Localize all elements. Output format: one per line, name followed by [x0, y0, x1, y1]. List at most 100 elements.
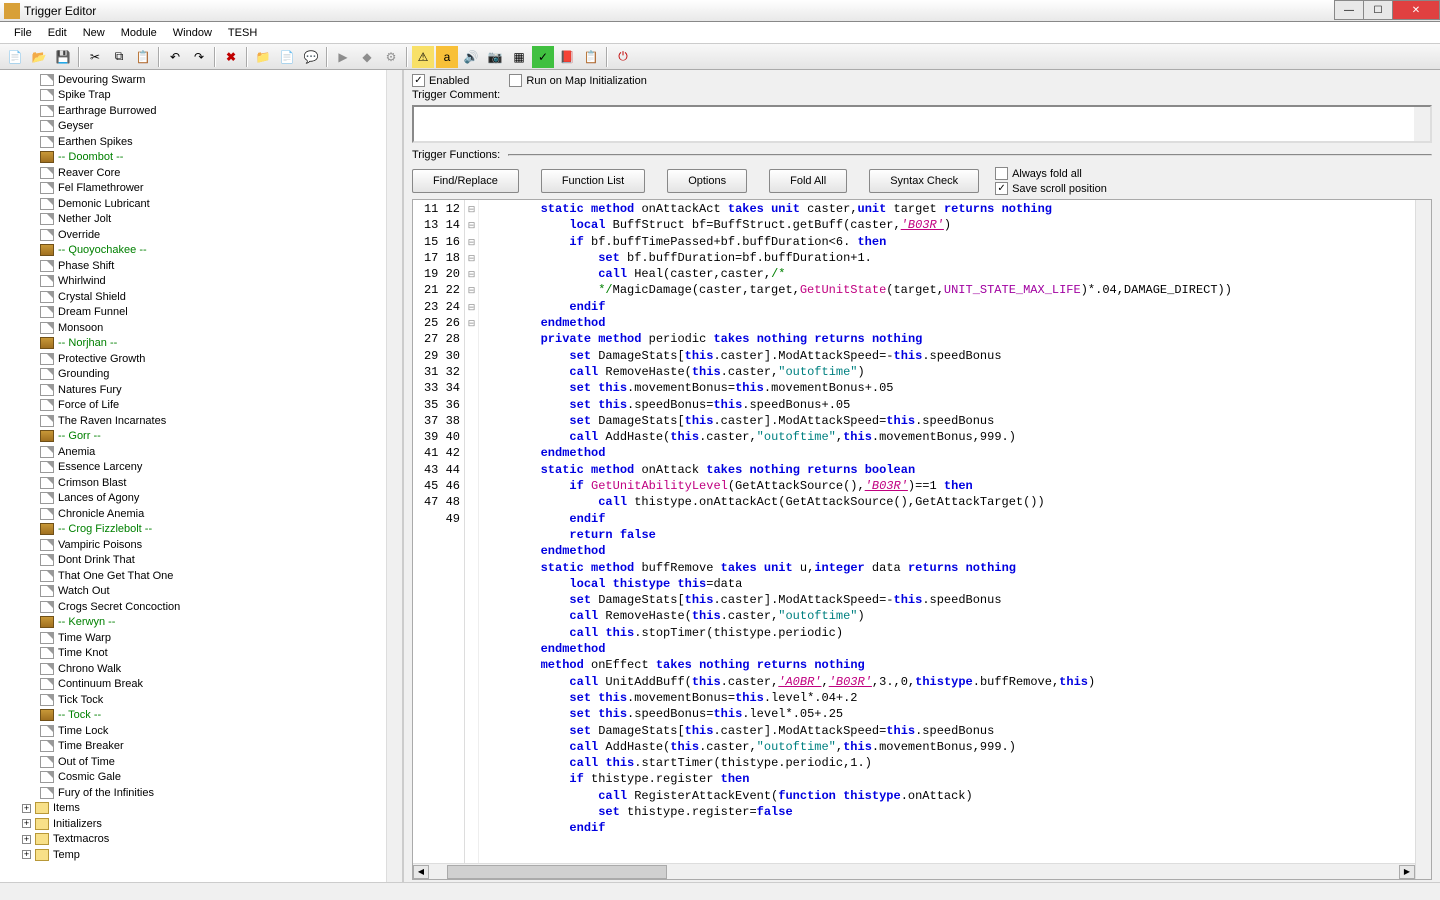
paste-icon[interactable]: 📋: [132, 46, 154, 68]
syntax-check-button[interactable]: Syntax Check: [869, 169, 979, 193]
tree-item[interactable]: Crogs Secret Concoction: [2, 599, 402, 615]
tree-folder[interactable]: +Temp: [2, 847, 402, 863]
new-comment-icon[interactable]: 💬: [300, 46, 322, 68]
copy2-icon[interactable]: 📋: [580, 46, 602, 68]
comment-textarea[interactable]: [412, 105, 1432, 143]
variables2-icon[interactable]: a: [436, 46, 458, 68]
tree-item[interactable]: Natures Fury: [2, 382, 402, 398]
menu-file[interactable]: File: [6, 25, 40, 41]
hscroll-thumb[interactable]: [447, 865, 667, 879]
tree-folder[interactable]: +Items: [2, 801, 402, 817]
exit-icon[interactable]: ⏻: [612, 46, 634, 68]
tree-item[interactable]: Demonic Lubricant: [2, 196, 402, 212]
comment-scrollbar[interactable]: [1414, 107, 1430, 141]
fold-column[interactable]: ⊟ ⊟ ⊟ ⊟ ⊟ ⊟ ⊟ ⊟: [465, 200, 479, 879]
code-body[interactable]: static method onAttackAct takes unit cas…: [479, 200, 1415, 879]
tree-item[interactable]: Force of Life: [2, 398, 402, 414]
tree-item[interactable]: Spike Trap: [2, 88, 402, 104]
tree-item[interactable]: -- Kerwyn --: [2, 615, 402, 631]
menu-new[interactable]: New: [75, 25, 113, 41]
tree-item[interactable]: Reaver Core: [2, 165, 402, 181]
tree-item[interactable]: That One Get That One: [2, 568, 402, 584]
tree-item[interactable]: Time Lock: [2, 723, 402, 739]
tree-item[interactable]: -- Norjhan --: [2, 336, 402, 352]
tree-item[interactable]: The Raven Incarnates: [2, 413, 402, 429]
tree-item[interactable]: Anemia: [2, 444, 402, 460]
copy-icon[interactable]: ⧉: [108, 46, 130, 68]
enabled-checkbox[interactable]: ✓Enabled: [412, 74, 469, 87]
menu-module[interactable]: Module: [113, 25, 165, 41]
undo-icon[interactable]: ↶: [164, 46, 186, 68]
delete-icon[interactable]: ✖: [220, 46, 242, 68]
always-fold-checkbox[interactable]: Always fold all: [995, 167, 1107, 180]
tree-item[interactable]: Vampiric Poisons: [2, 537, 402, 553]
sound-icon[interactable]: 🔊: [460, 46, 482, 68]
code-hscrollbar[interactable]: ◀ ▶: [413, 863, 1415, 879]
book-icon[interactable]: 📕: [556, 46, 578, 68]
find-replace-button[interactable]: Find/Replace: [412, 169, 519, 193]
tree-item[interactable]: -- Crog Fizzlebolt --: [2, 522, 402, 538]
hscroll-left-icon[interactable]: ◀: [413, 865, 429, 879]
tree-panel[interactable]: Devouring SwarmSpike TrapEarthrage Burro…: [0, 70, 404, 882]
new-category-icon[interactable]: 📁: [252, 46, 274, 68]
tree-scrollbar[interactable]: [386, 70, 402, 882]
save-icon[interactable]: 💾: [52, 46, 74, 68]
camera-icon[interactable]: 📷: [484, 46, 506, 68]
expand-icon[interactable]: +: [22, 850, 31, 859]
cut-icon[interactable]: ✂: [84, 46, 106, 68]
tree-folder[interactable]: +Textmacros: [2, 832, 402, 848]
new-icon[interactable]: 📄: [4, 46, 26, 68]
run-on-init-checkbox[interactable]: Run on Map Initialization: [509, 74, 646, 87]
tree-item[interactable]: Devouring Swarm: [2, 72, 402, 88]
tree-item[interactable]: Time Warp: [2, 630, 402, 646]
tree-item[interactable]: Earthen Spikes: [2, 134, 402, 150]
hscroll-right-icon[interactable]: ▶: [1399, 865, 1415, 879]
menu-edit[interactable]: Edit: [40, 25, 75, 41]
menu-tesh[interactable]: TESH: [220, 25, 265, 41]
function-list-button[interactable]: Function List: [541, 169, 645, 193]
tree-item[interactable]: Lances of Agony: [2, 491, 402, 507]
tree-item[interactable]: Geyser: [2, 119, 402, 135]
tree-item[interactable]: Time Knot: [2, 646, 402, 662]
code-vscrollbar[interactable]: [1415, 200, 1431, 879]
tree-item[interactable]: Chrono Walk: [2, 661, 402, 677]
tree-item[interactable]: -- Quoyochakee --: [2, 243, 402, 259]
tree-item[interactable]: Phase Shift: [2, 258, 402, 274]
tree-item[interactable]: Protective Growth: [2, 351, 402, 367]
maximize-button[interactable]: ☐: [1363, 0, 1393, 20]
tree-item[interactable]: -- Tock --: [2, 708, 402, 724]
tree-item[interactable]: Cosmic Gale: [2, 770, 402, 786]
tree-item[interactable]: Chronicle Anemia: [2, 506, 402, 522]
tree-item[interactable]: Crystal Shield: [2, 289, 402, 305]
tree-item[interactable]: Essence Larceny: [2, 460, 402, 476]
variables-icon[interactable]: ⚠: [412, 46, 434, 68]
tree-item[interactable]: Monsoon: [2, 320, 402, 336]
tree-item[interactable]: -- Doombot --: [2, 150, 402, 166]
code-editor[interactable]: 11 12 13 14 15 16 17 18 19 20 21 22 23 2…: [412, 199, 1432, 880]
tree-item[interactable]: Tick Tock: [2, 692, 402, 708]
open-icon[interactable]: 📂: [28, 46, 50, 68]
tree-item[interactable]: Grounding: [2, 367, 402, 383]
tree-item[interactable]: Watch Out: [2, 584, 402, 600]
redo-icon[interactable]: ↷: [188, 46, 210, 68]
save-scroll-checkbox[interactable]: ✓Save scroll position: [995, 182, 1107, 195]
tree-item[interactable]: Continuum Break: [2, 677, 402, 693]
tree-item[interactable]: Dream Funnel: [2, 305, 402, 321]
new-trigger-icon[interactable]: 📄: [276, 46, 298, 68]
tree-item[interactable]: Crimson Blast: [2, 475, 402, 491]
options-button[interactable]: Options: [667, 169, 747, 193]
test-icon[interactable]: ✓: [532, 46, 554, 68]
tree-item[interactable]: Time Breaker: [2, 739, 402, 755]
expand-icon[interactable]: +: [22, 804, 31, 813]
tree-item[interactable]: Fury of the Infinities: [2, 785, 402, 801]
tree-item[interactable]: Earthrage Burrowed: [2, 103, 402, 119]
tree-item[interactable]: Out of Time: [2, 754, 402, 770]
expand-icon[interactable]: +: [22, 819, 31, 828]
tree-item[interactable]: Override: [2, 227, 402, 243]
tree-item[interactable]: Fel Flamethrower: [2, 181, 402, 197]
close-button[interactable]: ✕: [1392, 0, 1440, 20]
minimize-button[interactable]: —: [1334, 0, 1364, 20]
region-icon[interactable]: ▦: [508, 46, 530, 68]
tree-item[interactable]: Dont Drink That: [2, 553, 402, 569]
tree-item[interactable]: Nether Jolt: [2, 212, 402, 228]
